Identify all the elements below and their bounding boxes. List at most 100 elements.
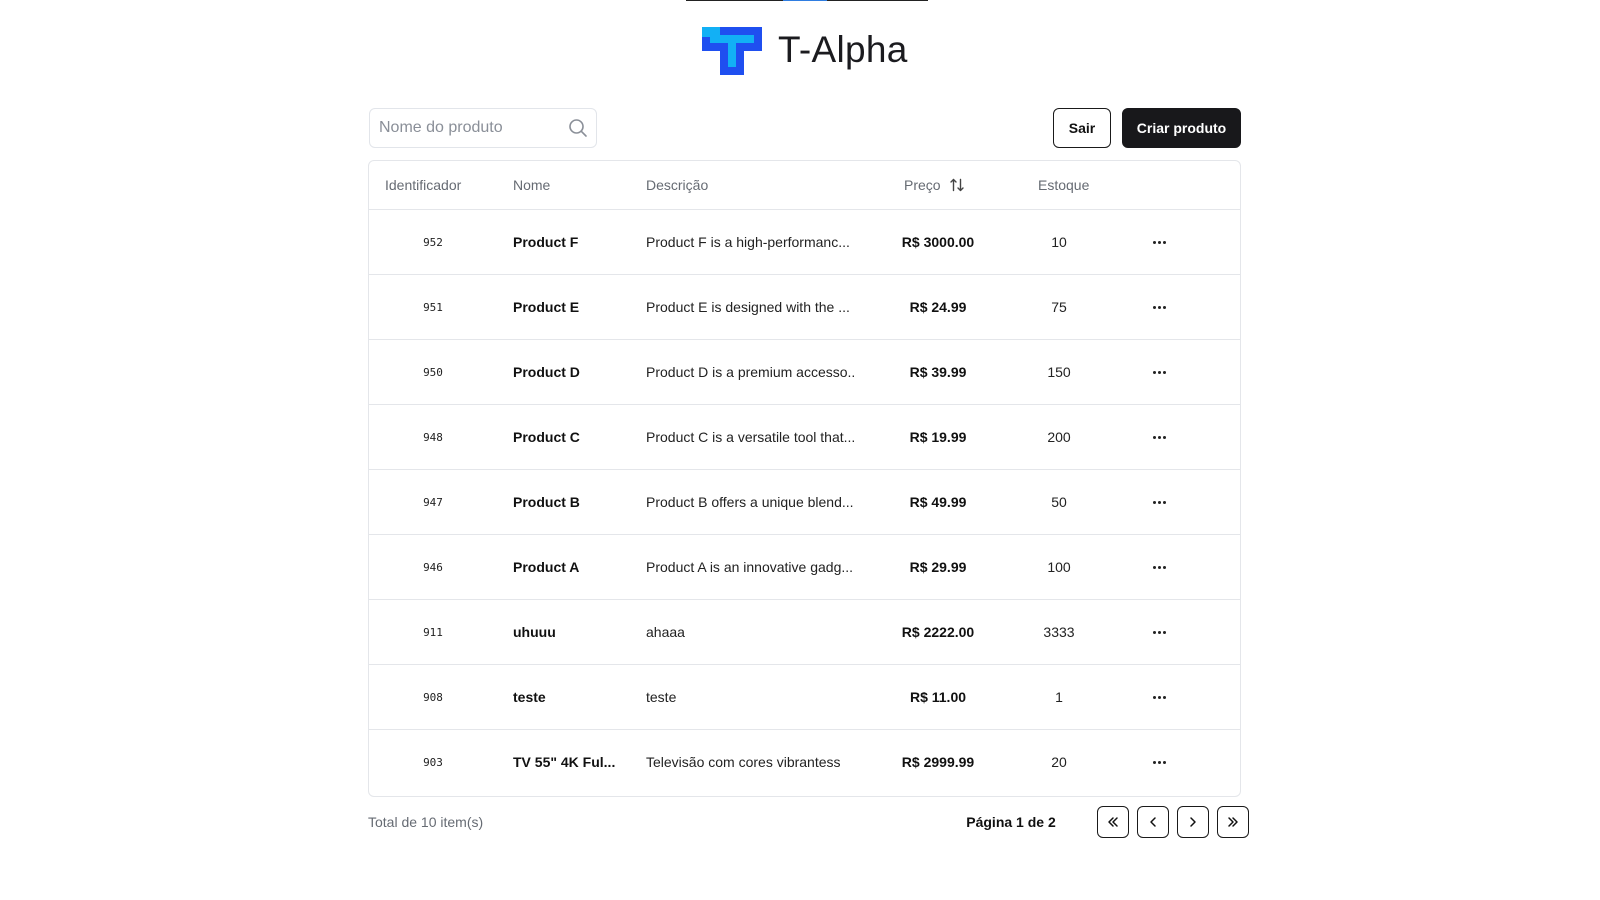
cell-name: Product F: [513, 234, 579, 250]
cell-id: 948: [423, 430, 443, 444]
first-page-button[interactable]: [1097, 806, 1129, 838]
create-product-button[interactable]: Criar produto: [1122, 108, 1241, 148]
chevron-left-icon: [1150, 817, 1156, 827]
cell-stock: 1: [1055, 689, 1063, 705]
cell-price: R$ 11.00: [909, 689, 967, 705]
cell-id: 911: [423, 625, 443, 639]
toolbar: Sair Criar produto: [369, 108, 1241, 150]
cell-description: Product D is a premium accesso...: [646, 364, 856, 380]
cell-id: 946: [423, 560, 443, 574]
row-actions-button[interactable]: [1139, 275, 1179, 339]
previous-page-button[interactable]: [1137, 806, 1169, 838]
row-actions-button[interactable]: [1139, 665, 1179, 729]
search-input[interactable]: [379, 109, 559, 147]
chevron-right-icon: [1190, 817, 1196, 827]
cell-description: teste: [646, 689, 677, 705]
logout-button[interactable]: Sair: [1053, 108, 1111, 148]
more-horizontal-icon: [1152, 370, 1166, 374]
cell-price: R$ 29.99: [909, 559, 967, 575]
sort-arrows-icon[interactable]: [949, 177, 965, 193]
products-table: Identificador Nome Descrição Preço Estoq…: [368, 160, 1241, 797]
row-actions-button[interactable]: [1139, 600, 1179, 664]
cell-description: Product B offers a unique blend...: [646, 494, 854, 510]
cell-id: 951: [423, 300, 443, 314]
table-row: 950 Product D Product D is a premium acces…: [369, 340, 1240, 405]
cell-stock: 20: [1051, 754, 1067, 770]
cell-id: 952: [423, 235, 443, 249]
cell-description: Televisão com cores vibrantess: [646, 754, 841, 770]
table-row: 903 TV 55" 4K Ful... Televisão com cores v…: [369, 730, 1240, 795]
cell-name: Product E: [513, 299, 580, 315]
table-header: Identificador Nome Descrição Preço Estoq…: [369, 161, 1240, 210]
cell-name: TV 55" 4K Ful...: [513, 754, 616, 770]
cell-price: R$ 2222.00: [901, 624, 975, 640]
more-horizontal-icon: [1152, 760, 1166, 764]
column-header-description: Descrição: [646, 177, 709, 193]
cell-id: 950: [423, 365, 443, 379]
cell-price: R$ 2999.99: [901, 754, 975, 770]
cell-stock: 3333: [1043, 624, 1075, 640]
page-indicator: Página 1 de 2: [966, 814, 1056, 830]
more-horizontal-icon: [1152, 630, 1166, 634]
cell-name: Product A: [513, 559, 580, 575]
cell-id: 908: [423, 690, 443, 704]
cell-price: R$ 49.99: [909, 494, 967, 510]
table-row: 947 Product B Product B offers a unique bl…: [369, 470, 1240, 535]
cell-name: teste: [513, 689, 546, 705]
cell-name: Product C: [513, 429, 580, 445]
cell-description: Product C is a versatile tool that...: [646, 429, 856, 445]
column-header-id: Identificador: [385, 177, 462, 193]
cell-stock: 10: [1051, 234, 1067, 250]
cell-price: R$ 19.99: [909, 429, 967, 445]
t-alpha-logo-icon: [700, 23, 766, 77]
cell-id: 903: [423, 755, 443, 769]
top-progress-line: [686, 0, 928, 1]
search-box: [369, 108, 597, 148]
row-actions-button[interactable]: [1139, 470, 1179, 534]
row-actions-button[interactable]: [1139, 210, 1179, 274]
cell-description: Product E is designed with the ...: [646, 299, 850, 315]
more-horizontal-icon: [1152, 435, 1166, 439]
cell-stock: 100: [1047, 559, 1071, 575]
column-header-stock: Estoque: [1038, 177, 1090, 193]
brand-logo: T-Alpha: [700, 18, 908, 82]
cell-price: R$ 24.99: [909, 299, 967, 315]
table-row: 951 Product E Product E is designed with t…: [369, 275, 1240, 340]
table-row: 911 uhuuu ahaaa R$ 2222.00 3333: [369, 600, 1240, 665]
cell-description: Product F is a high-performanc...: [646, 234, 850, 250]
top-progress-accent: [783, 0, 827, 1]
cell-stock: 50: [1051, 494, 1067, 510]
row-actions-button[interactable]: [1139, 340, 1179, 404]
table-row: 908 teste teste R$ 11.00 1: [369, 665, 1240, 730]
next-page-button[interactable]: [1177, 806, 1209, 838]
cell-stock: 150: [1047, 364, 1071, 380]
search-icon[interactable]: [568, 118, 588, 138]
table-row: 946 Product A Product A is an innovative g…: [369, 535, 1240, 600]
cell-price: R$ 39.99: [909, 364, 967, 380]
last-page-button[interactable]: [1217, 806, 1249, 838]
cell-name: Product D: [513, 364, 580, 380]
cell-description: Product A is an innovative gadg...: [646, 559, 854, 575]
chevrons-left-icon: [1108, 817, 1118, 827]
row-actions-button[interactable]: [1139, 535, 1179, 599]
more-horizontal-icon: [1152, 695, 1166, 699]
chevrons-right-icon: [1228, 817, 1238, 827]
brand-name: T-Alpha: [778, 29, 908, 70]
cell-name: uhuuu: [513, 624, 556, 640]
more-horizontal-icon: [1152, 305, 1166, 309]
cell-price: R$ 3000.00: [901, 234, 975, 250]
cell-description: ahaaa: [646, 624, 685, 640]
row-actions-button[interactable]: [1139, 405, 1179, 469]
column-header-name: Nome: [513, 177, 551, 193]
column-header-price-label: Preço: [904, 177, 941, 193]
total-items: Total de 10 item(s): [368, 814, 484, 830]
cell-stock: 75: [1051, 299, 1067, 315]
table-row: 948 Product C Product C is a versatile too…: [369, 405, 1240, 470]
more-horizontal-icon: [1152, 565, 1166, 569]
cell-name: Product B: [513, 494, 580, 510]
more-horizontal-icon: [1152, 240, 1166, 244]
more-horizontal-icon: [1152, 500, 1166, 504]
column-header-price[interactable]: Preço: [904, 161, 965, 209]
row-actions-button[interactable]: [1139, 730, 1179, 794]
cell-id: 947: [423, 495, 443, 509]
